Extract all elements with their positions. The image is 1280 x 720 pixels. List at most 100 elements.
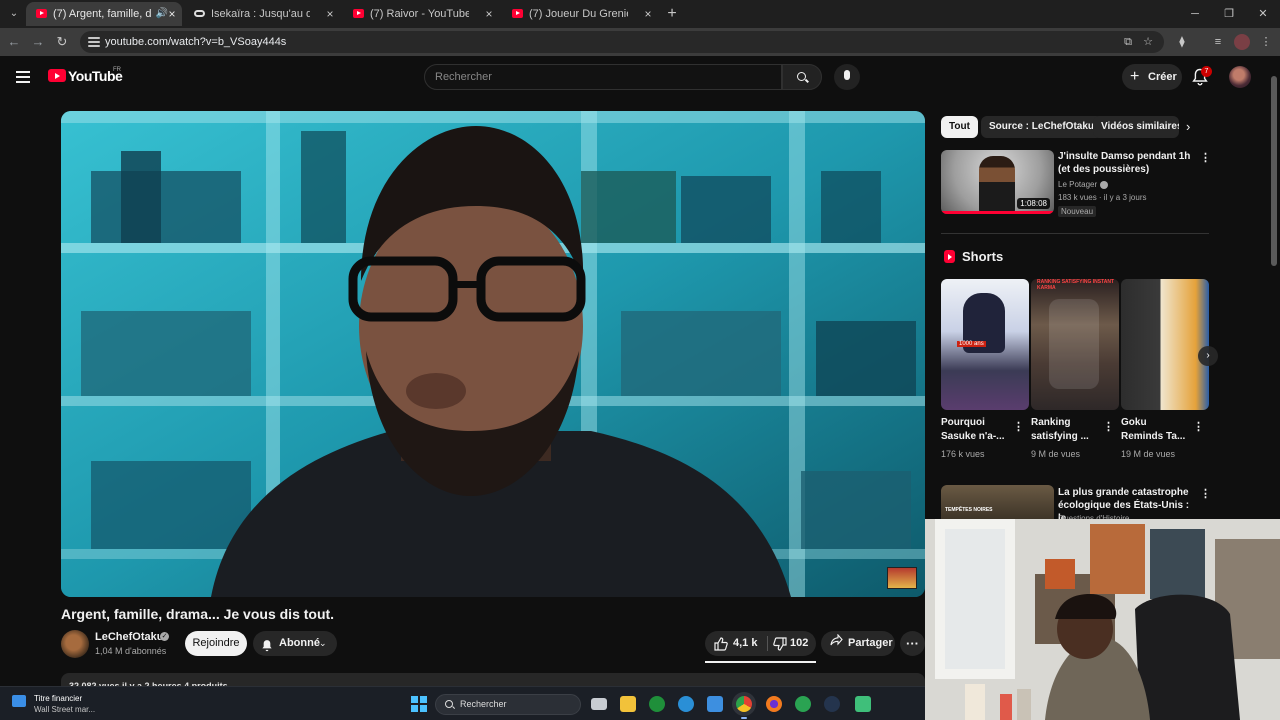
comment-count[interactable]: 102 [790,631,808,656]
tab-title: (7) Raivor - YouTube [370,8,469,20]
like-icon[interactable] [714,636,728,661]
webcam-overlay [925,519,1280,720]
tab-youtube-video[interactable]: (7) Argent, famille, drama... 🔊 × [26,2,182,26]
search-button[interactable] [782,64,822,90]
short-thumbnail[interactable]: RANKING SATISFYING INSTANT KARMA [1031,279,1119,410]
like-dislike-bar: 4,1 k 102 [705,631,816,656]
subscribed-button[interactable]: Abonné ⌄ [253,631,337,656]
account-avatar[interactable] [1229,66,1251,88]
shorts-next-arrow-icon[interactable]: › [1198,346,1218,366]
scrollbar-thumb[interactable] [1271,76,1277,266]
tab-isekaira[interactable]: Isekaïra : Jusqu'au dernier gram × [184,2,340,26]
channel-avatar[interactable] [61,630,89,658]
menu-icon[interactable] [16,71,30,83]
profile-avatar[interactable] [1234,34,1250,50]
like-progress-underline [705,661,816,663]
file-explorer-icon[interactable] [620,696,636,712]
close-tab-icon[interactable]: × [324,2,336,26]
chevron-right-icon[interactable]: › [1186,119,1190,134]
extensions-icon[interactable]: ⧫ [1174,34,1190,50]
firefox-icon[interactable] [766,696,782,712]
chip-similar-videos[interactable]: Vidéos similaires [1093,116,1179,138]
microphone-icon [844,70,850,80]
media-control-icon[interactable]: ≡ [1210,34,1226,50]
notification-count-badge: 7 [1201,66,1212,77]
youtube-logo-icon[interactable] [48,69,66,82]
divider [767,636,768,651]
xbox-icon[interactable] [649,696,665,712]
recommended-title[interactable]: J'insulte Damso pendant 1h (et des pouss… [1058,150,1196,176]
back-icon[interactable]: ← [4,32,24,52]
recommended-channel[interactable]: Le Potager [1058,180,1097,189]
minimize-icon[interactable]: ─ [1178,0,1212,28]
voice-search-button[interactable] [834,64,860,90]
recommended-thumbnail[interactable]: 1:08:08 [941,150,1054,214]
more-options-icon[interactable]: ⋮ [1193,420,1204,433]
install-app-icon[interactable]: ⧉ [1120,34,1136,50]
edge-icon[interactable] [678,696,694,712]
more-actions-button[interactable]: ··· [900,631,925,656]
active-app-indicator [741,717,747,719]
browser-menu-icon[interactable]: ⋮ [1258,34,1274,50]
taskbar-search-input[interactable]: Rechercher [435,694,581,715]
short-title[interactable]: Goku Reminds Ta... [1121,416,1191,444]
shorts-heading: Shorts [962,249,1004,264]
short-thumbnail[interactable] [1121,279,1209,410]
windows-start-icon[interactable] [411,696,427,712]
chip-source[interactable]: Source : LeChefOtaku [981,116,1103,138]
browser-tab-strip: ⌄ (7) Argent, famille, drama... 🔊 × Isek… [0,0,1280,28]
more-options-icon[interactable]: ⋮ [1013,420,1024,433]
channel-watermark[interactable] [887,567,917,589]
short-views: 9 M de vues [1031,449,1081,459]
more-options-icon[interactable]: ⋮ [1200,487,1211,500]
widget-subtitle[interactable]: Wall Street mar... [34,705,95,714]
join-button[interactable]: Rejoindre [185,631,247,656]
restore-icon[interactable]: ❐ [1212,0,1246,28]
like-count[interactable]: 4,1 k [733,631,757,656]
share-button[interactable]: Partager [821,631,895,656]
address-bar[interactable]: youtube.com/watch?v=b_VSoay444s ⧉ ☆ [80,31,1164,53]
chrome-icon[interactable] [736,696,752,712]
close-window-icon[interactable]: ✕ [1246,0,1280,28]
site-info-icon[interactable] [88,35,100,49]
bookmark-star-icon[interactable]: ☆ [1140,34,1156,50]
recommended-thumbnail[interactable]: TEMPÊTES NOIRES [941,485,1054,521]
short-title[interactable]: Pourquoi Sasuke n'a-... [941,416,1011,444]
close-tab-icon[interactable]: × [642,2,654,26]
close-tab-icon[interactable]: × [483,2,495,26]
reload-icon[interactable]: ↻ [52,32,72,52]
webcam-frame [925,519,1280,720]
tab-joueur-du-grenier[interactable]: (7) Joueur Du Grenier - YouTube × [502,2,658,26]
short-views: 19 M de vues [1121,449,1176,459]
task-view-icon[interactable] [591,698,607,710]
app-icon[interactable] [855,696,871,712]
short-thumbnail[interactable]: 1000 ans [941,279,1029,410]
steam-icon[interactable] [824,696,840,712]
edge-dev-icon[interactable] [795,696,811,712]
forward-icon[interactable]: → [28,32,48,52]
shorts-icon [944,250,955,263]
more-options-icon[interactable]: ⋮ [1103,420,1114,433]
share-arrow-icon [830,631,843,656]
widget-title[interactable]: Titre financier [34,694,82,703]
chip-tout[interactable]: Tout [941,116,978,138]
channel-name[interactable]: LeChefOtaku [95,631,163,643]
search-input[interactable]: Rechercher [424,64,782,90]
dislike-icon[interactable] [773,636,787,661]
country-code: FR [113,67,121,73]
tab-raivor[interactable]: (7) Raivor - YouTube × [343,2,499,26]
video-title: Argent, famille, drama... Je vous dis to… [61,606,335,622]
video-frame [61,111,925,597]
more-options-icon[interactable]: ⋮ [1200,151,1211,164]
new-tab-button[interactable]: + [662,2,682,26]
short-title[interactable]: Ranking satisfying ... [1031,416,1101,444]
watch-progress-bar [941,211,1054,214]
close-tab-icon[interactable]: × [166,2,178,26]
store-icon[interactable] [707,696,723,712]
chevron-down-icon: ⌄ [319,638,327,648]
youtube-favicon-icon [512,9,523,18]
weather-widget-icon[interactable] [12,695,26,707]
create-button[interactable]: + Créer [1122,64,1182,90]
tab-search-icon[interactable]: ⌄ [4,4,24,24]
video-player[interactable] [61,111,925,597]
